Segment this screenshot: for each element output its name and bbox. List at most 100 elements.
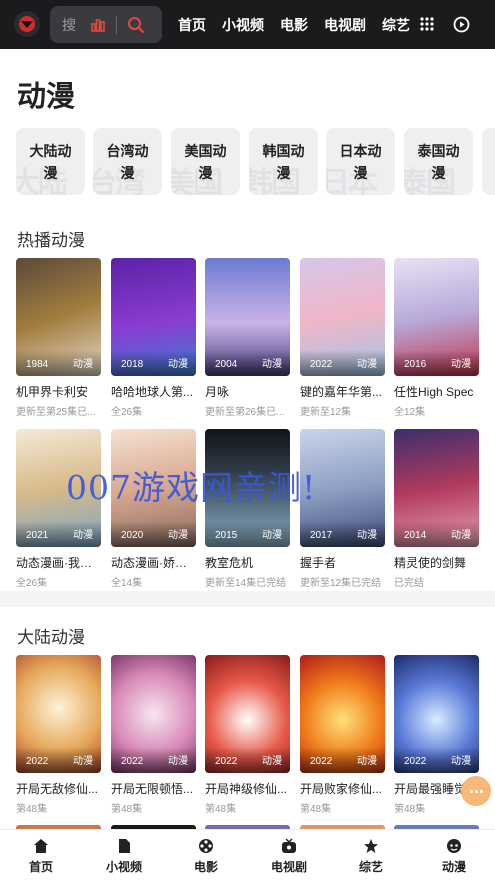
video-card[interactable]: 2018 动漫 哈哈地球人第... 全26集 bbox=[111, 258, 196, 418]
top-nav-variety[interactable]: 综艺 bbox=[382, 15, 410, 35]
video-card[interactable]: 2022 动漫 开局神级修仙... 第48集 bbox=[205, 655, 290, 815]
category-taiwan[interactable]: 台湾 台湾动漫 bbox=[93, 128, 162, 195]
year-badge: 2022 bbox=[215, 756, 238, 767]
top-nav-short-video[interactable]: 小视频 bbox=[222, 15, 264, 35]
year-badge: 2016 bbox=[404, 359, 427, 370]
card-title[interactable]: 精灵使的剑舞 bbox=[394, 554, 479, 571]
type-badge: 动漫 bbox=[357, 530, 377, 541]
app-logo[interactable] bbox=[14, 11, 40, 37]
main-content: 动漫 大陆 大陆动漫 台湾 台湾动漫 美国 美国动漫 韩国 韩国动漫 日本 日本… bbox=[0, 49, 495, 829]
poster-image[interactable]: 2022 动漫 bbox=[111, 655, 196, 773]
category-label: 台湾动漫 bbox=[106, 142, 149, 181]
search-icon[interactable] bbox=[127, 16, 145, 34]
card-subtitle: 更新至第25集已... bbox=[16, 407, 96, 418]
category-mainland[interactable]: 大陆 大陆动漫 bbox=[16, 128, 85, 195]
short-video-icon bbox=[119, 839, 130, 853]
card-subtitle: 更新至第26集已... bbox=[205, 407, 285, 418]
bottom-nav-short-video[interactable]: 小视频 bbox=[94, 830, 154, 880]
type-badge: 动漫 bbox=[357, 359, 377, 370]
bottom-nav-label: 电视剧 bbox=[270, 860, 307, 874]
year-badge: 2020 bbox=[121, 530, 144, 541]
section-title-hot: 热播动漫 bbox=[17, 231, 85, 250]
card-title[interactable]: 开局神级修仙... bbox=[205, 780, 290, 797]
video-card[interactable]: 2022 动漫 开局无限顿悟... 第48集 bbox=[111, 655, 196, 815]
video-card[interactable]: 2015 动漫 教室危机 更新至14集已完结 bbox=[205, 429, 290, 589]
category-korea[interactable]: 韩国 韩国动漫 bbox=[249, 128, 318, 195]
card-title[interactable]: 握手者 bbox=[300, 554, 385, 571]
card-title[interactable]: 任性High Spec bbox=[394, 383, 479, 400]
grid-menu-icon[interactable] bbox=[420, 17, 434, 31]
video-card[interactable]: 2016 动漫 任性High Spec 全12集 bbox=[394, 258, 479, 418]
card-title[interactable]: 开局败家修仙... bbox=[300, 780, 385, 797]
type-badge: 动漫 bbox=[168, 756, 188, 767]
top-nav-movie[interactable]: 电影 bbox=[280, 15, 308, 35]
type-badge: 动漫 bbox=[451, 756, 471, 767]
category-label: 日本动漫 bbox=[339, 142, 382, 181]
bottom-nav-variety[interactable]: 综艺 bbox=[341, 830, 401, 880]
play-history-icon[interactable] bbox=[453, 16, 470, 33]
bottom-nav-movie[interactable]: 电影 bbox=[176, 830, 236, 880]
bottom-nav-anime[interactable]: 动漫 bbox=[424, 830, 484, 880]
poster-image[interactable]: 2022 动漫 bbox=[205, 655, 290, 773]
type-badge: 动漫 bbox=[262, 530, 282, 541]
type-badge: 动漫 bbox=[262, 756, 282, 767]
year-badge: 2022 bbox=[26, 756, 49, 767]
video-card[interactable]: 2022 动漫 开局败家修仙... 第48集 bbox=[300, 655, 385, 815]
category-usa[interactable]: 美国 美国动漫 bbox=[171, 128, 240, 195]
search-box[interactable]: 搜 bbox=[50, 6, 162, 43]
bottom-nav-label: 综艺 bbox=[358, 860, 383, 874]
card-title[interactable]: 哈哈地球人第... bbox=[111, 383, 196, 400]
year-badge: 2022 bbox=[310, 359, 333, 370]
card-title[interactable]: 开局无限顿悟... bbox=[111, 780, 196, 797]
card-subtitle: 更新至12集已完结 bbox=[300, 578, 382, 589]
bottom-nav-tv[interactable]: 电视剧 bbox=[259, 830, 319, 880]
year-badge: 2014 bbox=[404, 530, 427, 541]
poster-image[interactable]: 2018 动漫 bbox=[111, 258, 196, 376]
poster-image[interactable]: 2022 动漫 bbox=[300, 258, 385, 376]
card-title[interactable]: 月咏 bbox=[205, 383, 290, 400]
page-title: 动漫 bbox=[17, 81, 76, 113]
poster-image[interactable]: 2022 动漫 bbox=[300, 655, 385, 773]
section-title-mainland: 大陆动漫 bbox=[17, 628, 85, 647]
card-subtitle: 更新至14集已完结 bbox=[205, 578, 287, 589]
video-card[interactable]: 2021 动漫 动态漫画·我能... 全26集 bbox=[16, 429, 101, 589]
poster-image[interactable]: 2016 动漫 bbox=[394, 258, 479, 376]
hot-list-icon[interactable] bbox=[90, 17, 106, 33]
home-icon bbox=[34, 839, 48, 853]
category-thailand[interactable]: 泰国 泰国动漫 bbox=[404, 128, 473, 195]
card-title[interactable]: 动态漫画·娇女... bbox=[111, 554, 196, 571]
category-japan[interactable]: 日本 日本动漫 bbox=[326, 128, 395, 195]
type-badge: 动漫 bbox=[262, 359, 282, 370]
bottom-nav-label: 小视频 bbox=[105, 860, 142, 874]
bottom-nav-label: 电影 bbox=[193, 860, 218, 874]
search-input[interactable]: 搜 bbox=[62, 15, 76, 35]
search-divider bbox=[116, 15, 117, 34]
video-card[interactable]: 2004 动漫 月咏 更新至第26集已... bbox=[205, 258, 290, 418]
top-nav-tv[interactable]: 电视剧 bbox=[324, 15, 366, 35]
video-card[interactable]: 1984 动漫 机甲界卡利安 更新至第25集已... bbox=[16, 258, 101, 418]
video-card[interactable]: 2020 动漫 动态漫画·娇女... 全14集 bbox=[111, 429, 196, 589]
poster-image[interactable]: 2022 动漫 bbox=[16, 655, 101, 773]
star-icon bbox=[364, 839, 378, 853]
tv-icon bbox=[282, 838, 296, 853]
poster-image[interactable]: 2022 动漫 bbox=[394, 655, 479, 773]
bottom-nav-home[interactable]: 首页 bbox=[11, 830, 71, 880]
card-title[interactable]: 开局无敌修仙... bbox=[16, 780, 101, 797]
poster-image[interactable]: 1984 动漫 bbox=[16, 258, 101, 376]
video-card[interactable]: 2014 动漫 精灵使的剑舞 已完结 bbox=[394, 429, 479, 589]
card-subtitle: 第48集 bbox=[205, 804, 237, 815]
card-subtitle: 第48集 bbox=[300, 804, 332, 815]
poster-image[interactable]: 2014 动漫 bbox=[394, 429, 479, 547]
card-title[interactable]: 动态漫画·我能... bbox=[16, 554, 101, 571]
video-card[interactable]: 2022 动漫 开局无敌修仙... 第48集 bbox=[16, 655, 101, 815]
card-title[interactable]: 机甲界卡利安 bbox=[16, 383, 101, 400]
top-nav-home[interactable]: 首页 bbox=[178, 15, 206, 35]
more-options-button[interactable] bbox=[461, 776, 491, 806]
category-more[interactable] bbox=[482, 128, 495, 195]
card-title[interactable]: 教室危机 bbox=[205, 554, 290, 571]
poster-image[interactable]: 2004 动漫 bbox=[205, 258, 290, 376]
video-card[interactable]: 2022 动漫 键的嘉年华第... 更新至12集 bbox=[300, 258, 385, 418]
section-divider bbox=[0, 591, 495, 607]
video-card[interactable]: 2017 动漫 握手者 更新至12集已完结 bbox=[300, 429, 385, 589]
card-title[interactable]: 键的嘉年华第... bbox=[300, 383, 385, 400]
